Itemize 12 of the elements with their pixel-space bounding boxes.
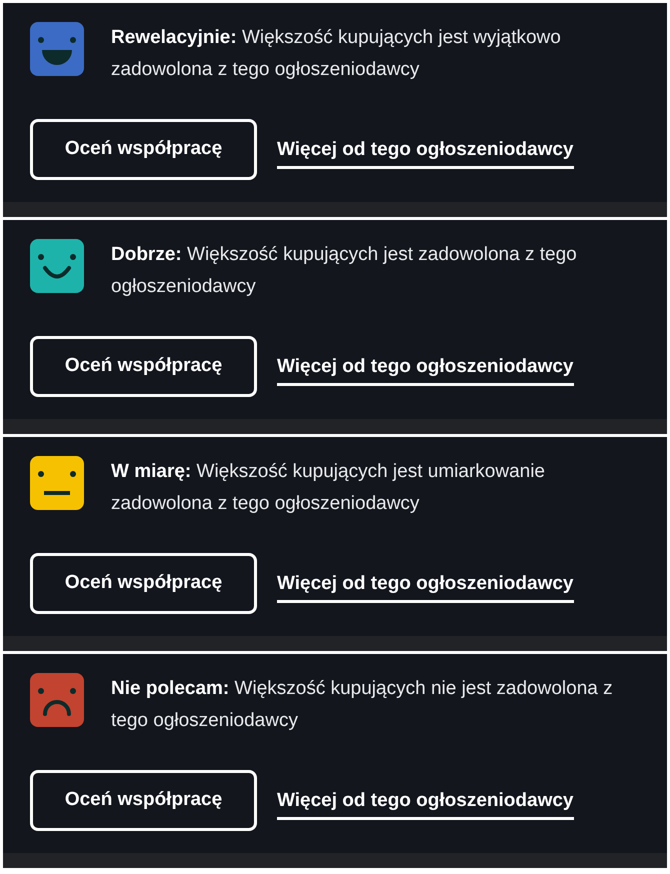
seller-listings-link[interactable]: Więcej od tego ogłoszeniodawcy xyxy=(277,572,574,603)
rating-description: Rewelacyjnie: Większość kupujących jest wyjątkowo zadowolona z tego ogłoszeniodawcy xyxy=(111,26,562,82)
seller-listings-link[interactable]: Więcej od tego ogłoszeniodawcy xyxy=(277,138,574,169)
seller-listings-link[interactable]: Więcej od tego ogłoszeniodawcy xyxy=(277,355,574,386)
rate-button[interactable]: Oceń współpracę xyxy=(30,119,257,180)
rating-description: W miarę: Większość kupujących jest umiarkowanie zadowolona z tego ogłoszeniodawcy xyxy=(111,460,546,516)
rating-description: Nie polecam: Większość kupujących nie jest zadowolona z tego ogłoszeniodawcy xyxy=(111,677,614,733)
rate-button[interactable]: Oceń współpracę xyxy=(30,553,257,614)
rate-button[interactable]: Oceń współpracę xyxy=(30,336,257,397)
rating-description: Dobrze: Większość kupujących jest zadowolona z tego ogłoszeniodawcy xyxy=(111,243,578,299)
seller-listings-link[interactable]: Więcej od tego ogłoszeniodawcy xyxy=(277,789,574,820)
rate-button[interactable]: Oceń współpracę xyxy=(30,770,257,831)
